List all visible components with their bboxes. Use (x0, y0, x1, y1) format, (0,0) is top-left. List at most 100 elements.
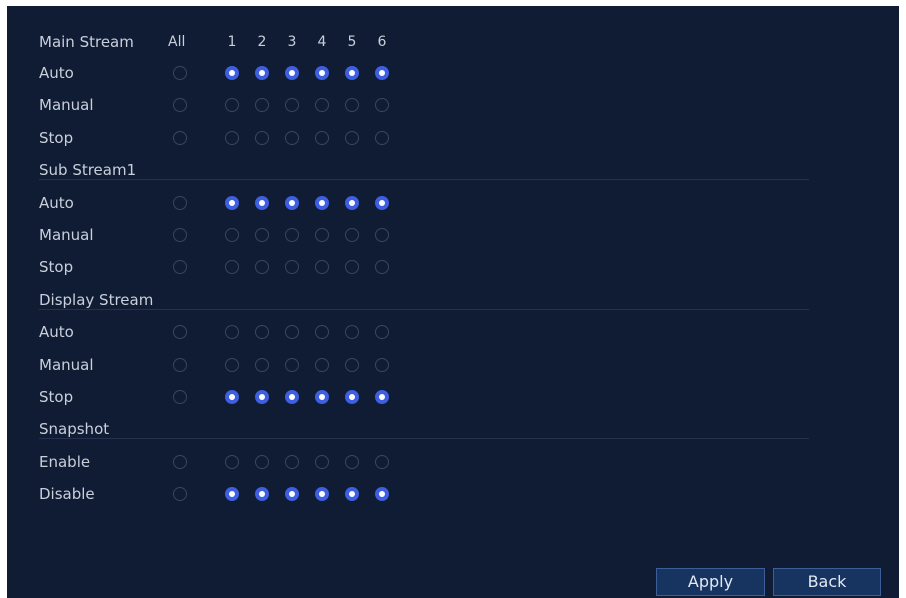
channel-2-radio[interactable] (255, 195, 269, 210)
option-row-sub-stream1-manual: Manual (7, 224, 899, 246)
channel-4-radio[interactable] (315, 454, 329, 469)
channel-3-radio[interactable] (285, 487, 299, 502)
channel-6-label: 6 (377, 34, 387, 50)
option-label: Stop (39, 258, 74, 277)
apply-button[interactable]: Apply (656, 568, 765, 596)
all-radio[interactable] (173, 390, 187, 404)
channel-6-radio[interactable] (375, 260, 389, 275)
all-radio[interactable] (173, 454, 187, 469)
channel-3-radio[interactable] (285, 228, 299, 242)
channel-4-radio[interactable] (315, 487, 329, 502)
channel-2-radio[interactable] (255, 454, 269, 469)
channel-5-label: 5 (347, 34, 357, 50)
channel-5-radio[interactable] (345, 325, 359, 340)
channel-6-radio[interactable] (375, 130, 389, 145)
channel-6-radio[interactable] (375, 487, 389, 502)
channel-2-radio[interactable] (255, 325, 269, 340)
channel-3-radio[interactable] (285, 325, 299, 340)
option-row-main-stream-manual: Manual (7, 94, 899, 116)
all-radio[interactable] (173, 98, 187, 113)
channel-1-radio[interactable] (225, 325, 239, 340)
channel-1-radio[interactable] (225, 260, 239, 275)
channel-3-radio[interactable] (285, 454, 299, 469)
channel-4-radio[interactable] (315, 325, 329, 340)
channel-1-radio[interactable] (225, 357, 239, 372)
channel-5-radio[interactable] (345, 195, 359, 210)
channel-3-radio[interactable] (285, 130, 299, 145)
channel-6-radio[interactable] (375, 357, 389, 372)
channel-2-radio[interactable] (255, 98, 269, 113)
all-radio[interactable] (173, 260, 187, 275)
channel-4-radio[interactable] (315, 228, 329, 242)
channel-6-radio[interactable] (375, 66, 389, 80)
option-label: Stop (39, 388, 74, 406)
channel-5-radio[interactable] (345, 130, 359, 145)
channel-3-radio[interactable] (285, 98, 299, 113)
channel-1-radio[interactable] (225, 390, 239, 404)
option-label: Disable (39, 485, 95, 504)
section-divider (39, 308, 809, 310)
channel-2-radio[interactable] (255, 487, 269, 502)
channel-2-radio[interactable] (255, 390, 269, 404)
all-radio[interactable] (173, 228, 187, 242)
channel-4-radio[interactable] (315, 195, 329, 210)
all-radio[interactable] (173, 487, 187, 502)
option-label: Auto (39, 193, 74, 212)
option-label: Manual (39, 355, 94, 374)
channel-5-radio[interactable] (345, 390, 359, 404)
channel-1-radio[interactable] (225, 195, 239, 210)
channel-6-radio[interactable] (375, 454, 389, 469)
channel-3-radio[interactable] (285, 66, 299, 80)
channel-3-radio[interactable] (285, 390, 299, 404)
channel-1-radio[interactable] (225, 98, 239, 113)
channel-6-radio[interactable] (375, 228, 389, 242)
channel-2-radio[interactable] (255, 357, 269, 372)
channel-6-radio[interactable] (375, 195, 389, 210)
channel-1-radio[interactable] (225, 454, 239, 469)
channel-3-radio[interactable] (285, 260, 299, 275)
channel-5-radio[interactable] (345, 260, 359, 275)
channel-5-radio[interactable] (345, 454, 359, 469)
channel-5-radio[interactable] (345, 66, 359, 80)
all-radio[interactable] (173, 357, 187, 372)
channel-6-radio[interactable] (375, 390, 389, 404)
channel-4-radio[interactable] (315, 260, 329, 275)
channel-2-radio[interactable] (255, 228, 269, 242)
channel-6-radio[interactable] (375, 98, 389, 113)
option-label: Manual (39, 226, 94, 244)
all-radio[interactable] (173, 130, 187, 145)
channel-4-radio[interactable] (315, 357, 329, 372)
option-row-sub-stream1-auto: Auto (7, 192, 899, 214)
channel-2-radio[interactable] (255, 66, 269, 80)
option-row-snapshot-enable: Enable (7, 451, 899, 473)
channel-2-radio[interactable] (255, 260, 269, 275)
channel-1-radio[interactable] (225, 228, 239, 242)
channel-2-radio[interactable] (255, 130, 269, 145)
channel-4-radio[interactable] (315, 98, 329, 113)
channel-4-radio[interactable] (315, 66, 329, 80)
channel-5-radio[interactable] (345, 228, 359, 242)
option-row-main-stream-auto: Auto (7, 62, 899, 84)
all-radio[interactable] (173, 66, 187, 80)
all-radio[interactable] (173, 195, 187, 210)
channel-1-radio[interactable] (225, 66, 239, 80)
option-label: Enable (39, 452, 91, 471)
channel-1-label: 1 (227, 34, 237, 50)
channel-1-radio[interactable] (225, 487, 239, 502)
channel-5-radio[interactable] (345, 357, 359, 372)
channel-4-radio[interactable] (315, 130, 329, 145)
channel-6-radio[interactable] (375, 325, 389, 340)
option-row-sub-stream1-stop: Stop (7, 256, 899, 278)
section-divider (39, 179, 809, 181)
channel-5-radio[interactable] (345, 98, 359, 113)
channel-3-radio[interactable] (285, 195, 299, 210)
channel-4-radio[interactable] (315, 390, 329, 404)
channel-5-radio[interactable] (345, 487, 359, 502)
channel-3-radio[interactable] (285, 357, 299, 372)
section-title-main-stream: Main Stream (39, 33, 134, 51)
all-radio[interactable] (173, 325, 187, 340)
back-button[interactable]: Back (773, 568, 881, 596)
channel-3-label: 3 (287, 34, 297, 50)
channel-1-radio[interactable] (225, 130, 239, 145)
option-row-display-stream-manual: Manual (7, 354, 899, 376)
